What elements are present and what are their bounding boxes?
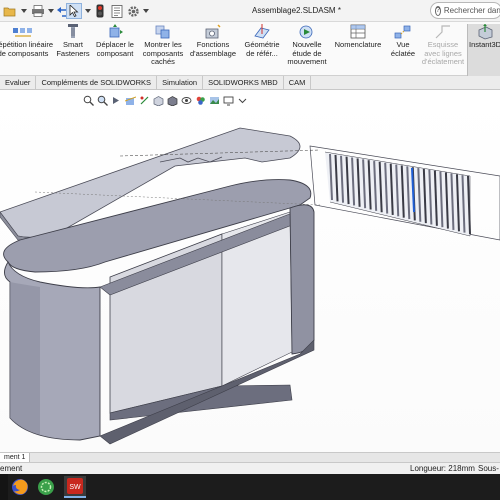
smart-fasteners-button[interactable]: Smart Fasteners: [56, 24, 90, 76]
show-hidden-button[interactable]: Montrer les composants cachés: [140, 24, 186, 76]
window-title: Assemblage2.SLDASM *: [252, 6, 341, 15]
explode-line-sketch-icon: [420, 24, 466, 40]
bom-label: Nomenclature: [334, 40, 382, 49]
open-dropdown-icon[interactable]: [20, 3, 28, 19]
traffic-light-icon[interactable]: [94, 3, 106, 19]
instant3d-label: Instant3D: [469, 40, 500, 49]
options-gear-icon[interactable]: [126, 3, 140, 19]
green-app-icon[interactable]: [35, 476, 57, 498]
base-cavity-back: [109, 233, 223, 414]
command-manager-ribbon: Répétition linéaire de composants Smart …: [0, 22, 500, 76]
move-component-icon: [92, 24, 138, 40]
bom-icon: [330, 24, 386, 40]
solidworks-icon[interactable]: SW: [64, 476, 86, 498]
explode-line-sketch-label: Esquisse avec lignes d'éclatement: [421, 40, 465, 66]
show-hidden-icon: [140, 24, 186, 40]
assembly-features-icon: [188, 24, 238, 40]
linear-pattern-button[interactable]: Répétition linéaire de composants: [0, 24, 54, 76]
motion-study-icon: [286, 24, 328, 40]
document-tabs: ment 1: [0, 452, 500, 463]
file-properties-icon[interactable]: [110, 3, 124, 19]
reference-geometry-label: Géométrie de référ...: [244, 40, 280, 58]
view-settings-icon[interactable]: [222, 94, 235, 107]
tab-evaluer[interactable]: Evaluer: [0, 76, 37, 90]
edit-appearance-icon[interactable]: [194, 94, 207, 107]
motion-study-label: Nouvelle étude de mouvement: [287, 40, 327, 66]
move-component-button[interactable]: Déplacer le composant: [92, 24, 138, 76]
tab-mbd[interactable]: SOLIDWORKS MBD: [203, 76, 284, 90]
zoom-area-icon[interactable]: [96, 94, 109, 107]
firefox-icon[interactable]: [9, 476, 31, 498]
taskbar-start-edge: [0, 474, 8, 500]
heads-up-toolbar: [82, 93, 249, 107]
smart-fasteners-label: Smart Fasteners: [56, 40, 90, 58]
exploded-component[interactable]: [309, 145, 500, 241]
tab-complements[interactable]: Compléments de SOLIDWORKS: [36, 76, 158, 90]
show-hidden-label: Montrer les composants cachés: [142, 40, 184, 66]
status-bar: ement Longueur: 218mm Sous-: [0, 462, 500, 474]
select-dropdown-icon[interactable]: [84, 3, 92, 19]
print-dropdown-icon[interactable]: [47, 3, 55, 19]
reference-geometry-icon: [240, 24, 284, 40]
view-orientation-icon[interactable]: [152, 94, 165, 107]
dynamic-annotation-icon[interactable]: [138, 94, 151, 107]
linear-pattern-label: Répétition linéaire de composants: [0, 40, 54, 58]
display-style-icon[interactable]: [166, 94, 179, 107]
linear-pattern-icon: [0, 24, 54, 40]
apply-scene-icon[interactable]: [208, 94, 221, 107]
exploded-view-icon: [388, 24, 418, 40]
move-component-label: Déplacer le composant: [96, 40, 134, 58]
select-arrow-icon[interactable]: [66, 3, 82, 19]
instant3d-button[interactable]: Instant3D: [467, 24, 500, 76]
command-manager-tabs: Evaluer Compléments de SOLIDWORKS Simula…: [0, 76, 500, 90]
search-field[interactable]: ? Rechercher dans: [430, 2, 500, 19]
print-icon[interactable]: [30, 3, 46, 19]
assembly-model[interactable]: [0, 90, 500, 452]
monitor-icon[interactable]: [236, 94, 249, 107]
section-view-icon[interactable]: [124, 94, 137, 107]
explode-line-sketch-button[interactable]: Esquisse avec lignes d'éclatement: [420, 24, 466, 76]
assembly-features-button[interactable]: Fonctions d'assemblage: [188, 24, 238, 76]
graphics-area[interactable]: [0, 90, 500, 452]
assembly-features-label: Fonctions d'assemblage: [189, 40, 237, 58]
base-right-end[interactable]: [289, 204, 315, 355]
exploded-view-button[interactable]: Vue éclatée: [388, 24, 418, 76]
help-icon: ?: [435, 5, 441, 16]
bom-button[interactable]: Nomenclature: [330, 24, 386, 76]
tab-simulation[interactable]: Simulation: [157, 76, 204, 90]
smart-fasteners-icon: [56, 24, 90, 40]
options-dropdown-icon[interactable]: [142, 3, 150, 19]
taskbar: SW: [0, 474, 500, 500]
previous-view-icon[interactable]: [110, 94, 123, 107]
base-left-end-shade: [10, 282, 40, 435]
svg-text:SW: SW: [69, 484, 81, 491]
open-folder-icon[interactable]: [2, 3, 18, 19]
tab-cam[interactable]: CAM: [284, 76, 312, 90]
search-placeholder: Rechercher dans: [443, 6, 500, 15]
zoom-fit-icon[interactable]: [82, 94, 95, 107]
title-bar: Assemblage2.SLDASM * ? Rechercher dans: [0, 0, 500, 22]
motion-study-button[interactable]: Nouvelle étude de mouvement: [286, 24, 328, 76]
hide-show-icon[interactable]: [180, 94, 193, 107]
instant3d-icon: [468, 24, 500, 40]
reference-geometry-button[interactable]: Géométrie de référ...: [240, 24, 284, 76]
exploded-view-label: Vue éclatée: [390, 40, 416, 58]
